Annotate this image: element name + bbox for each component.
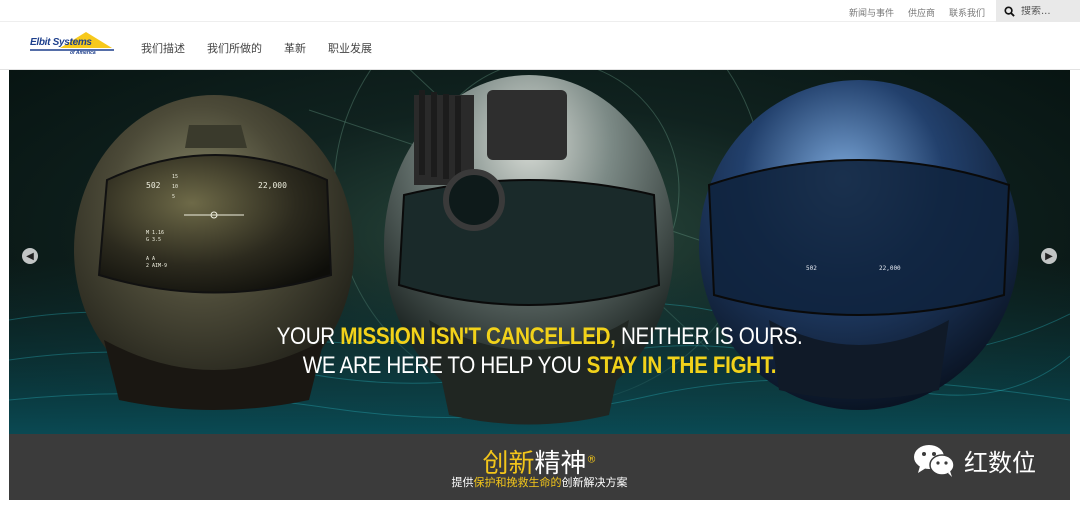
hud-left-mode: A A (146, 256, 155, 262)
innovation-banner: 创新精神® 提供保护和挽救生命的创新解决方案 (9, 434, 1070, 500)
utility-links: 新闻与事件 供应商 联系我们 (849, 6, 985, 19)
search-icon[interactable] (1004, 5, 1015, 17)
wechat-icon (914, 445, 955, 477)
nav-item-careers[interactable]: 职业发展 (328, 40, 372, 56)
hero-headline-line2: WE ARE HERE TO HELP YOU STAY IN THE FIGH… (83, 352, 995, 380)
link-contact-us[interactable]: 联系我们 (949, 6, 985, 19)
hud-right-airspeed: 502 (806, 265, 817, 272)
utility-bar: 新闻与事件 供应商 联系我们 (0, 0, 1080, 22)
hero-line2-highlight: STAY IN THE FIGHT. (586, 352, 777, 379)
hero-carousel[interactable]: 502 15 10 5 22,000 M 1.16 G 3.5 A A 2 AI… (9, 70, 1070, 434)
logo[interactable]: Elbit Systems of America (30, 28, 114, 60)
watermark: 红数位 (912, 442, 1036, 478)
hero-line1-post: NEITHER IS OURS. (615, 323, 803, 350)
nav-item-innovation[interactable]: 革新 (284, 40, 306, 56)
main-header: Elbit Systems of America 我们描述 我们所做的 革新 职… (0, 22, 1080, 70)
banner-subtitle: 提供保护和挽救生命的创新解决方案 (9, 474, 1070, 490)
nav-item-what-we-do[interactable]: 我们所做的 (207, 40, 262, 56)
hud-left-pitch-10: 10 (172, 184, 178, 190)
search-input[interactable] (1021, 5, 1071, 17)
link-news-events[interactable]: 新闻与事件 (849, 6, 894, 19)
chevron-right-icon: ▶ (1045, 250, 1053, 262)
hero-line2-pre: WE ARE HERE TO HELP YOU (302, 352, 587, 379)
hero-line1-highlight: MISSION ISN'T CANCELLED, (340, 323, 616, 350)
main-nav: 我们描述 我们所做的 革新 职业发展 (141, 40, 372, 56)
hud-left-mach: M 1.16 (146, 230, 164, 236)
link-suppliers[interactable]: 供应商 (908, 6, 935, 19)
nav-item-about[interactable]: 我们描述 (141, 40, 185, 56)
hero-headline-line1: YOUR MISSION ISN'T CANCELLED, NEITHER IS… (83, 323, 995, 351)
carousel-prev-button[interactable]: ◀ (22, 248, 38, 264)
banner-sub-highlight: 保护和挽救生命的 (473, 476, 562, 489)
logo-subtitle: of America (70, 50, 96, 56)
registered-mark: ® (586, 454, 597, 466)
banner-sub-c: 创新解决方案 (561, 476, 628, 489)
hero-line1-pre: YOUR (276, 323, 341, 350)
banner-sub-a: 提供 (451, 476, 474, 489)
hud-left-pitch-5: 5 (172, 194, 175, 200)
watermark-text: 红数位 (964, 448, 1036, 477)
carousel-next-button[interactable]: ▶ (1041, 248, 1057, 264)
hud-right-altitude: 22,000 (879, 265, 901, 272)
hud-left-pitch-15: 15 (172, 174, 178, 180)
chevron-left-icon: ◀ (26, 250, 34, 262)
logo-wordmark: Elbit Systems (30, 37, 92, 48)
search-box[interactable] (996, 0, 1080, 22)
hud-left-weapon: 2 AIM-9 (146, 263, 167, 269)
hud-left-g: G 3.5 (146, 237, 161, 243)
hud-left-airspeed: 502 (146, 181, 161, 190)
hud-left-altitude: 22,000 (258, 181, 287, 190)
